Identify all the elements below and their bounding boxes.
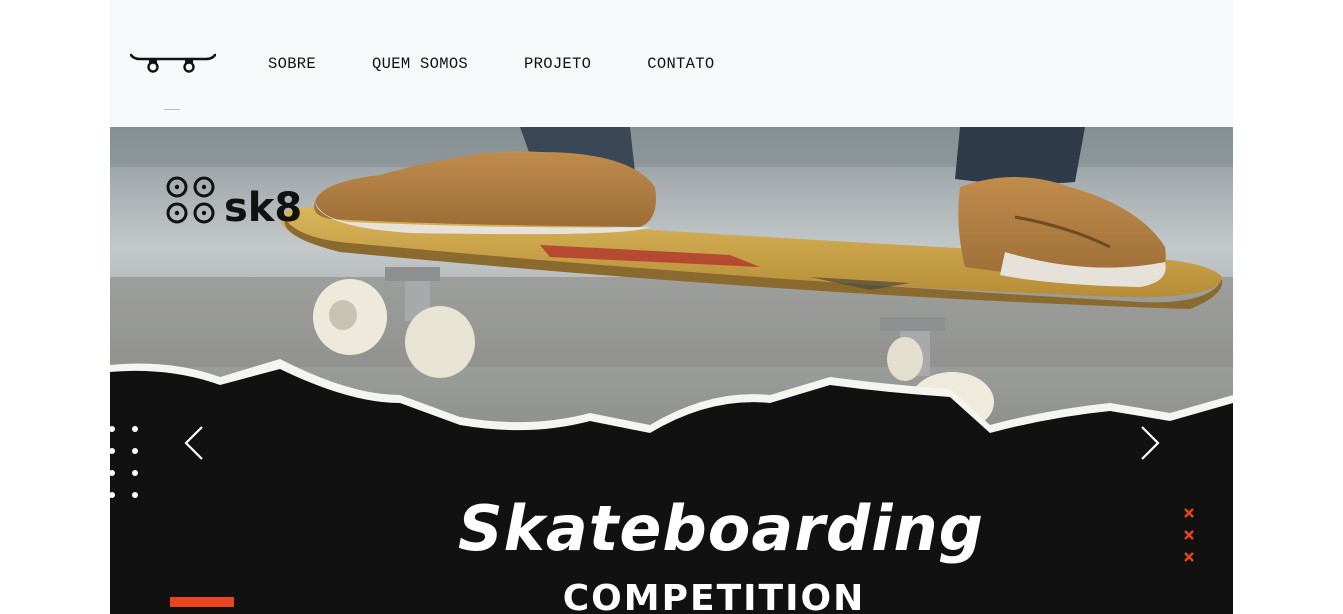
hero-carousel: sk8 Skateboarding COMPETITION: [110, 127, 1233, 614]
carousel-prev-button[interactable]: [176, 423, 216, 463]
nav-link-sobre[interactable]: SOBRE: [268, 53, 316, 75]
brand-name-text: sk8: [224, 185, 302, 231]
headline-text: Skateboarding: [458, 492, 984, 565]
accent-bar: [170, 597, 234, 607]
home-logo-link[interactable]: [129, 50, 217, 76]
logo-underline: [164, 109, 180, 110]
chevron-left-icon: [184, 426, 203, 460]
chevron-right-icon: [1141, 426, 1160, 460]
carousel-slide-image: sk8 Skateboarding COMPETITION: [110, 127, 1233, 614]
subheadline-text: COMPETITION: [563, 578, 865, 614]
page: SOBRE QUEM SOMOS PROJETO CONTATO sk8 Ska…: [110, 0, 1233, 614]
nav-link-projeto[interactable]: PROJETO: [524, 53, 591, 75]
main-menu: SOBRE QUEM SOMOS PROJETO CONTATO: [268, 53, 714, 75]
carousel-next-button[interactable]: [1130, 423, 1170, 463]
nav-link-quem-somos[interactable]: QUEM SOMOS: [372, 53, 468, 75]
navbar: SOBRE QUEM SOMOS PROJETO CONTATO: [110, 0, 1233, 127]
skateboard-icon: [129, 53, 217, 73]
nav-link-contato[interactable]: CONTATO: [647, 53, 714, 75]
